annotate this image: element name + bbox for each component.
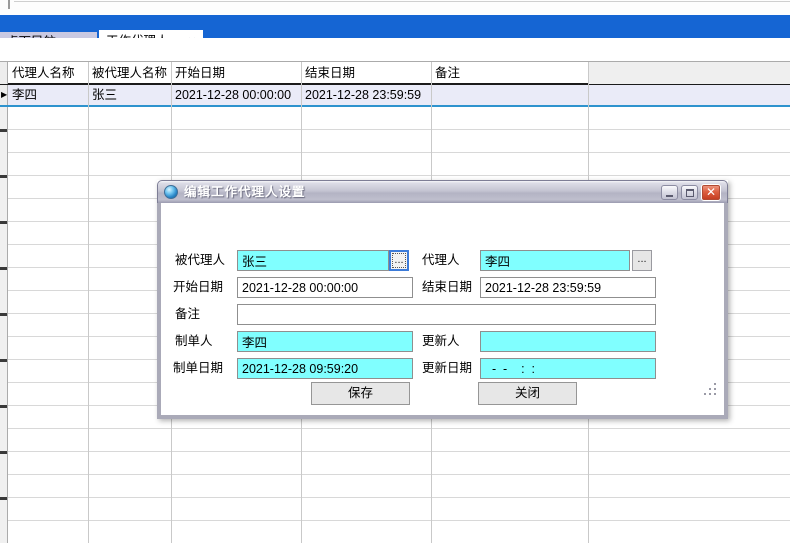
- cell-start-date[interactable]: 2021-12-28 00:00:00: [171, 85, 301, 105]
- grid-column-line: [88, 62, 89, 543]
- resize-grip[interactable]: [704, 383, 717, 395]
- toolbar-divider: [14, 1, 790, 2]
- end-date-field[interactable]: [480, 277, 656, 298]
- principal-label: 被代理人: [175, 250, 225, 271]
- note-field[interactable]: [237, 304, 656, 325]
- cell-agent-name[interactable]: 李四: [8, 85, 88, 105]
- maximize-icon: [686, 189, 694, 197]
- maximize-button[interactable]: [681, 185, 698, 200]
- tab-bar: 桌面导航 工作代理人 ×: [0, 15, 790, 38]
- updated-at-label: 更新日期: [422, 358, 472, 379]
- save-button[interactable]: 保存: [311, 382, 410, 405]
- edit-agent-dialog: 编辑工作代理人设置 ✕ 被代理人 ... 代理人 ... 开始日期 结束日期 备…: [157, 180, 728, 419]
- globe-icon: [164, 185, 178, 199]
- dialog-title: 编辑工作代理人设置: [184, 181, 306, 204]
- toolbar-grip: [8, 0, 10, 9]
- updated-at-field[interactable]: [480, 358, 656, 379]
- grid-selector-header-cell: [0, 62, 8, 84]
- close-dialog-button[interactable]: 关闭: [478, 382, 577, 405]
- cell-end-date[interactable]: 2021-12-28 23:59:59: [301, 85, 431, 105]
- start-date-field[interactable]: [237, 277, 413, 298]
- close-button[interactable]: ✕: [701, 184, 721, 201]
- column-header-principal-name[interactable]: 被代理人名称: [88, 62, 171, 84]
- grid-header-filler: [588, 62, 790, 84]
- cell-note[interactable]: [431, 85, 588, 105]
- minimize-button[interactable]: [661, 185, 678, 200]
- dialog-titlebar[interactable]: 编辑工作代理人设置 ✕: [157, 180, 728, 203]
- created-at-field[interactable]: [237, 358, 413, 379]
- created-at-label: 制单日期: [173, 358, 223, 379]
- updater-label: 更新人: [422, 331, 460, 352]
- column-header-end-date[interactable]: 结束日期: [301, 62, 431, 84]
- current-row-marker-icon: ▶: [1, 89, 7, 101]
- column-header-start-date[interactable]: 开始日期: [171, 62, 301, 84]
- minimize-icon: [666, 195, 673, 197]
- creator-field[interactable]: [237, 331, 413, 352]
- column-header-note[interactable]: 备注: [431, 62, 588, 84]
- principal-field[interactable]: [237, 250, 389, 271]
- end-date-label: 结束日期: [422, 277, 472, 298]
- grid-selector-column: [0, 107, 8, 543]
- note-label: 备注: [175, 304, 200, 325]
- toolbar-strip: [0, 0, 790, 15]
- creator-label: 制单人: [175, 331, 213, 352]
- principal-browse-button[interactable]: ...: [389, 250, 409, 271]
- updater-field[interactable]: [480, 331, 656, 352]
- agent-browse-button[interactable]: ...: [632, 250, 652, 271]
- agent-field[interactable]: [480, 250, 630, 271]
- agent-label: 代理人: [422, 250, 460, 271]
- start-date-label: 开始日期: [173, 277, 223, 298]
- cell-principal-name[interactable]: 张三: [88, 85, 171, 105]
- column-header-agent-name[interactable]: 代理人名称: [8, 62, 88, 84]
